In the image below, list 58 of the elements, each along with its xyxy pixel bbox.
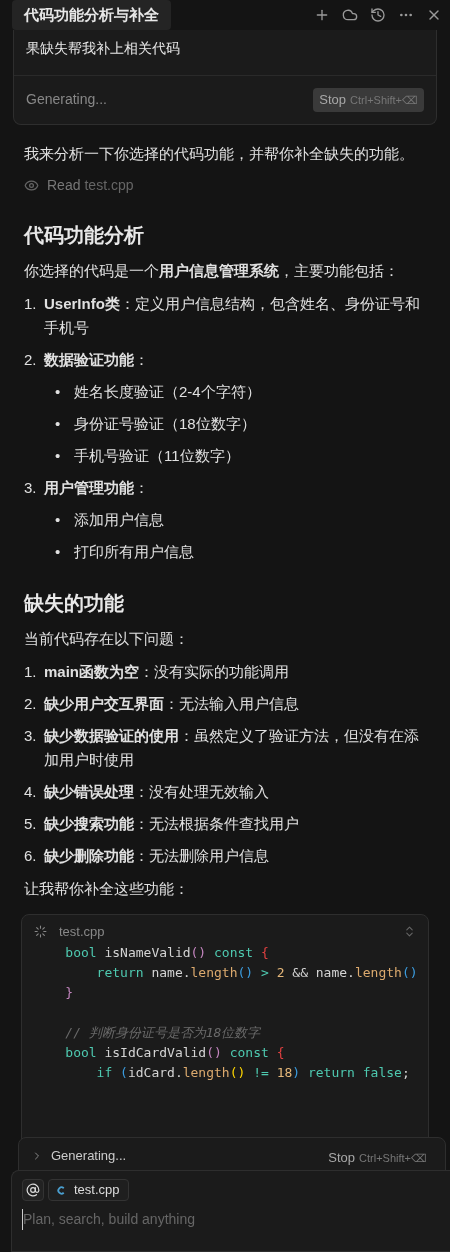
list-marker: • xyxy=(54,413,62,434)
code-line: bool isIdCardValid() const { xyxy=(64,1043,285,1062)
list-marker: 6. xyxy=(24,845,36,866)
section-heading: 代码功能分析 xyxy=(24,222,145,248)
chat-title[interactable]: 代码功能分析与补全 xyxy=(12,0,171,31)
list-item: 用户管理功能： xyxy=(44,477,149,498)
message-text: 让我帮你补全这些功能： xyxy=(24,878,190,899)
section-heading: 缺失的功能 xyxy=(24,590,125,616)
code-line: // 判断身份证号是否为18位数字 xyxy=(64,1023,261,1042)
list-marker: 1. xyxy=(24,661,36,682)
list-item: 缺少删除功能：无法删除用户信息 xyxy=(44,845,269,866)
expand-icon[interactable] xyxy=(403,925,416,938)
code-file-name[interactable]: test.cpp xyxy=(59,921,105,942)
list-item: 缺少搜索功能：无法根据条件查找用户 xyxy=(44,813,299,834)
list-item: 添加用户信息 xyxy=(74,509,164,530)
eye-icon xyxy=(24,177,39,193)
context-file-chip[interactable]: test.cpp xyxy=(48,1179,129,1201)
list-marker: 2. xyxy=(24,349,36,370)
stop-button[interactable]: Stop Ctrl+Shift+⌫ xyxy=(313,88,424,112)
list-marker: 3. xyxy=(24,477,36,498)
list-marker: • xyxy=(54,509,62,530)
chat-input[interactable]: Plan, search, build anything xyxy=(22,1209,440,1230)
list-item: 身份证号验证（18位数字） xyxy=(74,413,256,434)
tool-verb: Read xyxy=(47,175,81,195)
list-item: main函数为空：没有实际的功能调用 xyxy=(44,661,289,682)
code-line: bool isNameValid() const { xyxy=(64,943,269,962)
list-marker: 5. xyxy=(24,813,36,834)
list-marker: 1. xyxy=(24,293,36,314)
list-item: 缺少用户交互界面：无法输入用户信息 xyxy=(44,693,299,714)
message-text: 你选择的代码是一个用户信息管理系统，主要功能包括： xyxy=(24,260,400,281)
message-text: 当前代码存在以下问题： xyxy=(24,628,190,649)
list-item: 手机号验证（11位数字） xyxy=(74,445,240,466)
list-item: 打印所有用户信息 xyxy=(74,541,194,562)
mention-button[interactable] xyxy=(22,1179,44,1201)
message-text: 我来分析一下你选择的代码功能，并帮你补全缺失的功能。 xyxy=(24,143,415,164)
history-icon[interactable] xyxy=(370,7,386,23)
status-text: Generating... xyxy=(51,1147,127,1165)
list-item: 姓名长度验证（2-4个字符） xyxy=(74,381,261,402)
status-text: Generating... xyxy=(26,90,107,110)
cpp-file-icon xyxy=(57,1185,66,1195)
list-marker: 2. xyxy=(24,693,36,714)
list-marker: 3. xyxy=(24,725,36,746)
stop-button[interactable]: Stop Ctrl+Shift+⌫ xyxy=(322,1146,433,1170)
code-line: if (idCard.length() != 18) return false; xyxy=(95,1063,410,1082)
list-item: UserInfo类：定义用户信息结构，包含姓名、身份证号和手机号 xyxy=(44,293,421,338)
list-item: 数据验证功能： xyxy=(44,349,149,370)
list-item: 缺少错误处理：没有处理无效输入 xyxy=(44,781,269,802)
list-marker: • xyxy=(54,541,62,562)
code-line: return name.length() > 2 && name.length() xyxy=(95,963,418,982)
code-line: } xyxy=(64,983,74,1002)
list-marker: 4. xyxy=(24,781,36,802)
plus-icon[interactable] xyxy=(314,7,330,23)
prompt-text: 果缺失帮我补上相关代码 xyxy=(14,30,436,76)
list-marker: • xyxy=(54,445,62,466)
list-item: 缺少数据验证的使用：虽然定义了验证方法，但没有在添加用户时使用 xyxy=(44,725,420,770)
cloud-icon[interactable] xyxy=(342,7,358,23)
list-marker: • xyxy=(54,381,62,402)
loading-icon xyxy=(34,925,47,938)
